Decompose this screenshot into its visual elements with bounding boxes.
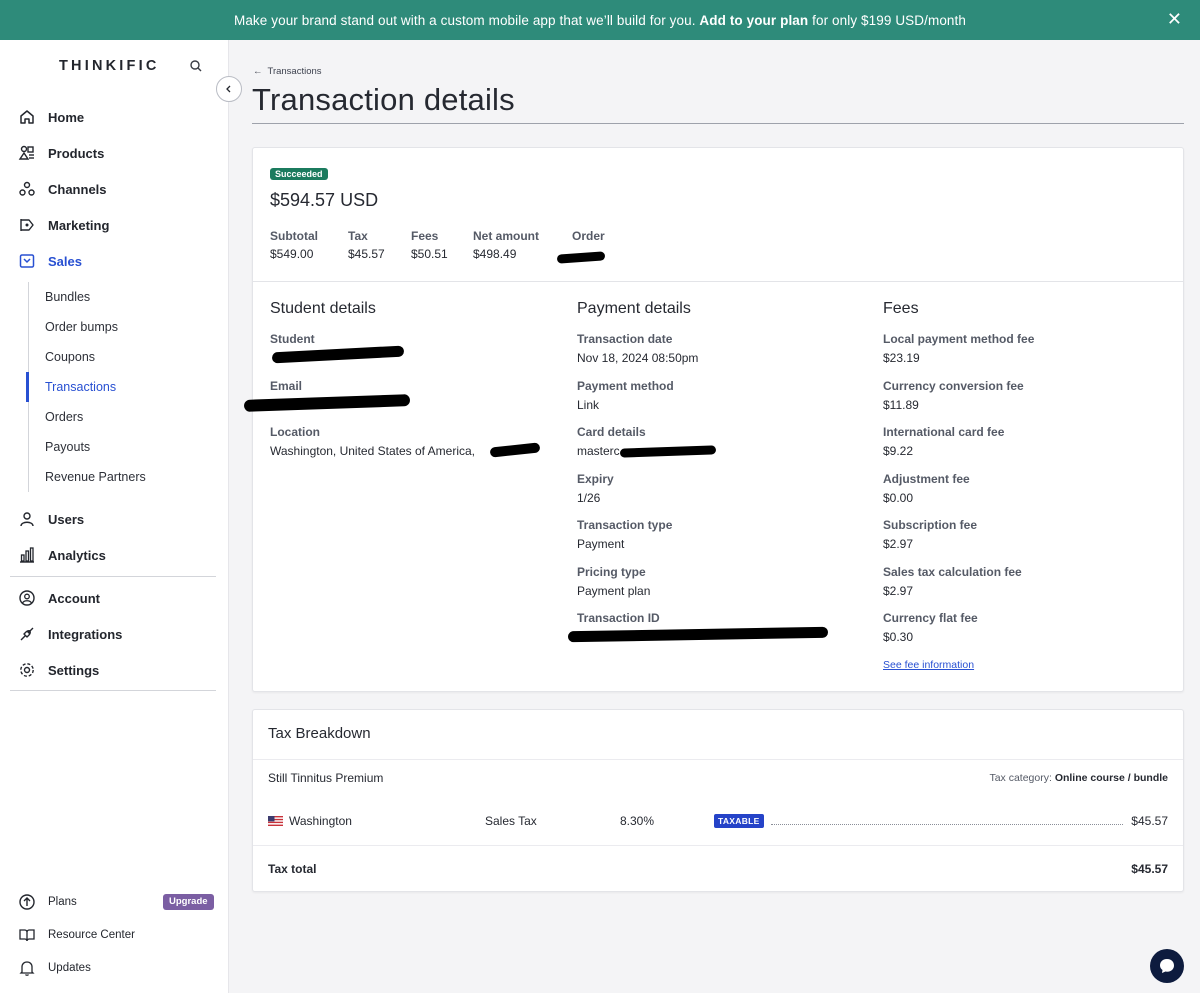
plans-icon [19,894,35,910]
status-badge: Succeeded [270,168,328,180]
card-divider [253,281,1183,282]
nav-marketing[interactable]: Marketing [0,207,228,243]
users-icon [20,512,34,527]
transaction-card [252,147,1184,692]
fee-item: Local payment method fee $23.19 [883,332,1035,365]
fee-item: International card fee $9.22 [883,425,1005,458]
sidebar-divider [10,576,216,577]
banner-cta[interactable]: Add to your plan [699,13,808,28]
nav-sales[interactable]: Sales [0,243,228,279]
payment-details-heading: Payment details [577,300,691,317]
tax-rate: 8.30% [620,814,655,828]
marketing-icon [20,219,34,231]
tax-total-label: Tax total [268,862,317,876]
close-icon[interactable]: ✕ [1167,9,1182,30]
nav-analytics[interactable]: Analytics [0,537,228,573]
nav-label: Marketing [48,217,110,233]
expiry-field: Expiry 1/26 [577,472,614,505]
leader-dots [771,824,1123,825]
account-icon [19,590,35,606]
search-icon[interactable] [188,58,204,74]
page-title: Transaction details [252,82,515,117]
settings-icon [20,663,34,677]
channels-icon [19,181,35,196]
tax-category: Tax category: Online course / bundle [989,772,1168,784]
analytics-icon [20,547,34,563]
breadcrumb[interactable]: ← Transactions [253,66,322,77]
transaction-date-field: Transaction date Nov 18, 2024 08:50pm [577,332,699,365]
nav-label: Channels [48,181,107,197]
nav-users[interactable]: Users [0,501,228,537]
nav-resource-center[interactable]: Resource Center [0,920,228,950]
pricing-type-field: Pricing type Payment plan [577,565,651,598]
nav-settings[interactable]: Settings [0,652,228,688]
summary-fees: Fees $50.51 [411,229,448,261]
nav-channels[interactable]: Channels [0,171,228,207]
fees-heading: Fees [883,300,919,317]
tax-breakdown-card [252,709,1184,892]
integrations-icon [20,627,34,641]
summary-net: Net amount $498.49 [473,229,539,261]
tax-breakdown-heading: Tax Breakdown [268,725,371,742]
fee-item: Currency conversion fee $11.89 [883,379,1024,412]
arrow-left-icon: ← [253,66,263,77]
nav-home[interactable]: Home [0,99,228,135]
chat-icon [1160,959,1174,973]
summary-order: Order [572,229,605,243]
summary-tax: Tax $45.57 [348,229,385,261]
products-icon [18,145,34,160]
home-icon [20,110,34,124]
transaction-amount: $594.57 USD [270,190,379,210]
fee-item: Adjustment fee $0.00 [883,472,970,505]
bell-icon [19,961,35,976]
upgrade-badge[interactable]: Upgrade [163,894,214,910]
subnav-coupons[interactable]: Coupons [28,342,228,372]
nav-products[interactable]: Products [0,135,228,171]
collapse-sidebar-button[interactable] [216,76,242,102]
sales-icon [19,254,35,268]
tax-divider [253,845,1183,846]
subnav-payouts[interactable]: Payouts [28,432,228,462]
banner-text: Make your brand stand out with a custom … [233,12,967,28]
logo: THINKIFIC [59,58,160,74]
fee-item: Subscription fee $2.97 [883,518,978,551]
sidebar: THINKIFIC Home Products Channels Marketi… [0,40,229,993]
email-field: Email [270,379,303,393]
nav-account[interactable]: Account [0,580,228,616]
student-details-heading: Student details [270,300,376,317]
subnav-bundles[interactable]: Bundles [28,282,228,312]
title-divider [252,123,1184,124]
transaction-type-field: Transaction type Payment [577,518,673,551]
tax-name: Sales Tax [485,814,537,828]
tax-product-name: Still Tinnitus Premium [268,771,384,785]
fee-item: Currency flat fee $0.30 [883,611,978,644]
sidebar-divider [10,690,216,691]
tax-row-amount: $45.57 [1131,814,1168,828]
nav-integrations[interactable]: Integrations [0,616,228,652]
subnav-transactions[interactable]: Transactions [26,372,226,402]
summary-subtotal: Subtotal $549.00 [270,229,318,261]
chevron-left-icon [226,85,231,93]
nav-label: Sales [48,253,82,269]
promo-banner: Make your brand stand out with a custom … [0,0,1200,40]
fee-item: Sales tax calculation fee $2.97 [883,565,1022,598]
taxable-badge: TAXABLE [714,814,764,828]
student-field: Student [270,332,315,346]
nav-label: Products [48,145,105,161]
nav-updates[interactable]: Updates [0,953,228,983]
see-fee-information-link[interactable]: See fee information [883,659,974,671]
us-flag-icon [268,816,283,826]
tax-total-value: $45.57 [1131,862,1168,876]
nav-label: Home [48,109,85,125]
subnav-revenue-partners[interactable]: Revenue Partners [28,462,228,492]
tax-divider [253,759,1183,760]
tax-region: Washington [289,814,352,828]
chat-button[interactable] [1150,949,1184,983]
book-icon [19,929,35,942]
transaction-id-field: Transaction ID [577,611,660,625]
subnav-order-bumps[interactable]: Order bumps [28,312,228,342]
payment-method-field: Payment method Link [577,379,674,412]
subnav-orders[interactable]: Orders [28,402,228,432]
location-field: Location Washington, United States of Ame… [270,425,475,458]
